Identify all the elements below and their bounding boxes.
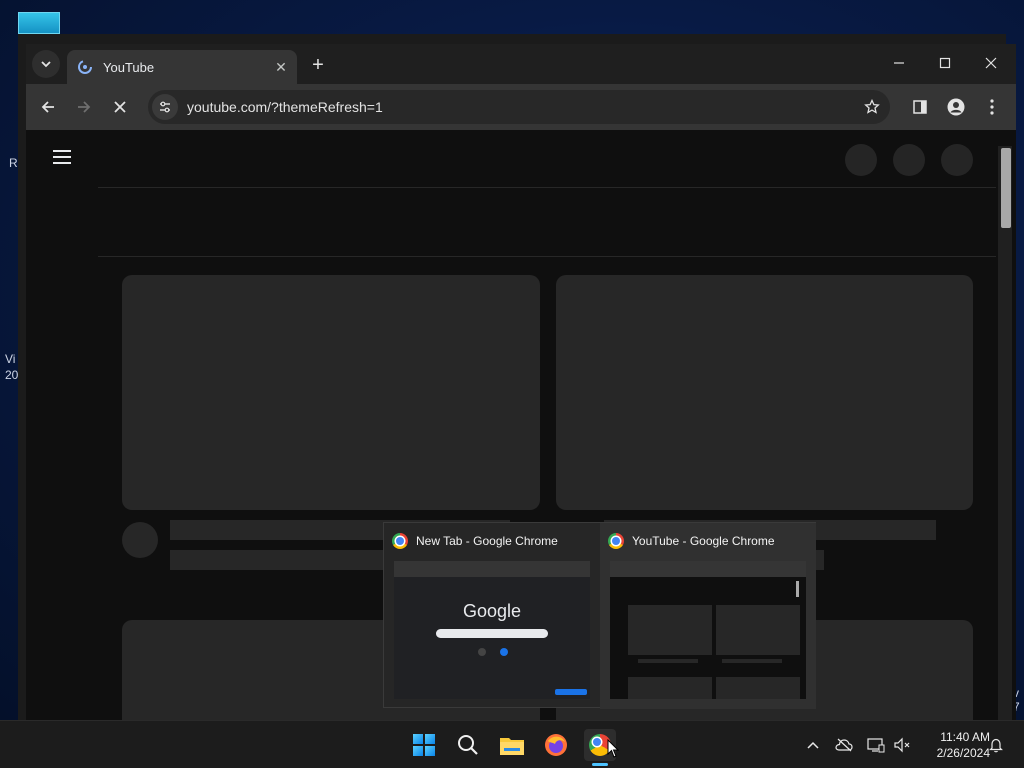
- preview-youtube[interactable]: YouTube - Google Chrome: [600, 523, 816, 709]
- mini-badge: [555, 689, 587, 695]
- profile-icon: [947, 98, 965, 116]
- taskbar: 11:40 AM 2/26/2024: [0, 720, 1024, 768]
- arrow-left-icon: [41, 101, 54, 113]
- start-button[interactable]: [408, 729, 440, 761]
- preview-thumbnail: [610, 561, 806, 699]
- tab-search-button[interactable]: [32, 50, 60, 78]
- close-icon: [114, 101, 126, 113]
- skeleton-circle: [845, 144, 877, 176]
- active-indicator: [592, 763, 608, 766]
- volume-muted-icon[interactable]: [892, 735, 912, 755]
- site-info-button[interactable]: [152, 94, 178, 120]
- scrollbar-thumb[interactable]: [1001, 148, 1011, 228]
- desktop-text-fragment: Vi: [5, 352, 16, 366]
- taskbar-preview-popup: New Tab - Google Chrome Google YouTube -…: [383, 522, 816, 709]
- browser-toolbar: youtube.com/?themeRefresh=1: [26, 84, 1016, 130]
- loading-spinner-icon: [77, 59, 93, 75]
- tab-youtube[interactable]: YouTube ✕: [67, 50, 297, 84]
- back-button[interactable]: [34, 93, 62, 121]
- chevron-down-icon: [41, 61, 51, 68]
- tab-title: YouTube: [103, 59, 155, 75]
- windows-icon: [413, 734, 435, 756]
- maximize-icon: [939, 57, 951, 69]
- side-panel-icon: [913, 100, 927, 114]
- channel-avatar-skeleton: [122, 522, 158, 558]
- address-bar[interactable]: youtube.com/?themeRefresh=1: [148, 90, 890, 124]
- tab-close-icon[interactable]: ✕: [271, 57, 291, 77]
- profile-button[interactable]: [942, 93, 970, 121]
- preview-new-tab[interactable]: New Tab - Google Chrome Google: [384, 523, 600, 709]
- search-icon: [458, 735, 478, 755]
- arrow-right-icon: [78, 101, 91, 113]
- hamburger-menu-icon[interactable]: [53, 150, 71, 164]
- video-thumbnail-skeleton: [556, 275, 973, 510]
- minimize-button[interactable]: [876, 44, 922, 82]
- scrollbar[interactable]: [998, 146, 1012, 720]
- video-thumbnail-skeleton: [122, 275, 540, 510]
- notification-bell-icon[interactable]: [986, 735, 1006, 755]
- menu-button[interactable]: [978, 93, 1006, 121]
- side-panel-button[interactable]: [906, 93, 934, 121]
- search-button[interactable]: [452, 729, 484, 761]
- skeleton-circle: [941, 144, 973, 176]
- title-bar: YouTube ✕ +: [26, 44, 1016, 84]
- firefox-button[interactable]: [540, 729, 572, 761]
- desktop-text-fragment: 20: [5, 368, 19, 382]
- divider: [98, 187, 996, 188]
- google-logo: Google: [462, 601, 522, 621]
- more-vert-icon: [990, 99, 994, 115]
- preview-title: New Tab - Google Chrome: [416, 534, 558, 548]
- desktop-icon[interactable]: [18, 12, 60, 34]
- close-icon: [985, 57, 997, 69]
- preview-thumbnail: Google: [394, 561, 590, 699]
- folder-icon: [500, 738, 524, 755]
- mini-shortcut: [500, 648, 508, 656]
- desktop-text-fragment: R: [9, 156, 18, 170]
- maximize-button[interactable]: [922, 44, 968, 82]
- mini-shortcut: [478, 648, 486, 656]
- url-text[interactable]: youtube.com/?themeRefresh=1: [187, 99, 383, 115]
- show-hidden-icons-button[interactable]: [803, 735, 823, 755]
- minimize-icon: [894, 62, 904, 64]
- clock-time: 11:40 AM: [940, 730, 990, 744]
- chrome-icon: [608, 533, 624, 549]
- chevron-up-icon: [807, 741, 819, 749]
- cursor-arrow-icon: [607, 738, 620, 758]
- stop-loading-button[interactable]: [106, 93, 134, 121]
- bookmark-star-icon[interactable]: [862, 97, 882, 117]
- clock-date: 2/26/2024: [936, 746, 990, 760]
- clock[interactable]: 11:40 AM 2/26/2024: [918, 729, 990, 761]
- forward-button[interactable]: [70, 93, 98, 121]
- onedrive-icon[interactable]: [834, 735, 854, 755]
- network-icon[interactable]: [866, 735, 886, 755]
- meta-skeleton: [170, 550, 390, 570]
- mini-search-box: [436, 629, 548, 638]
- tune-icon: [160, 101, 170, 113]
- divider: [98, 256, 996, 257]
- skeleton-circle: [893, 144, 925, 176]
- firefox-icon: [545, 734, 567, 756]
- file-explorer-button[interactable]: [496, 729, 528, 761]
- preview-title: YouTube - Google Chrome: [632, 534, 775, 548]
- close-window-button[interactable]: [968, 44, 1014, 82]
- chrome-icon: [392, 533, 408, 549]
- new-tab-button[interactable]: +: [306, 53, 330, 77]
